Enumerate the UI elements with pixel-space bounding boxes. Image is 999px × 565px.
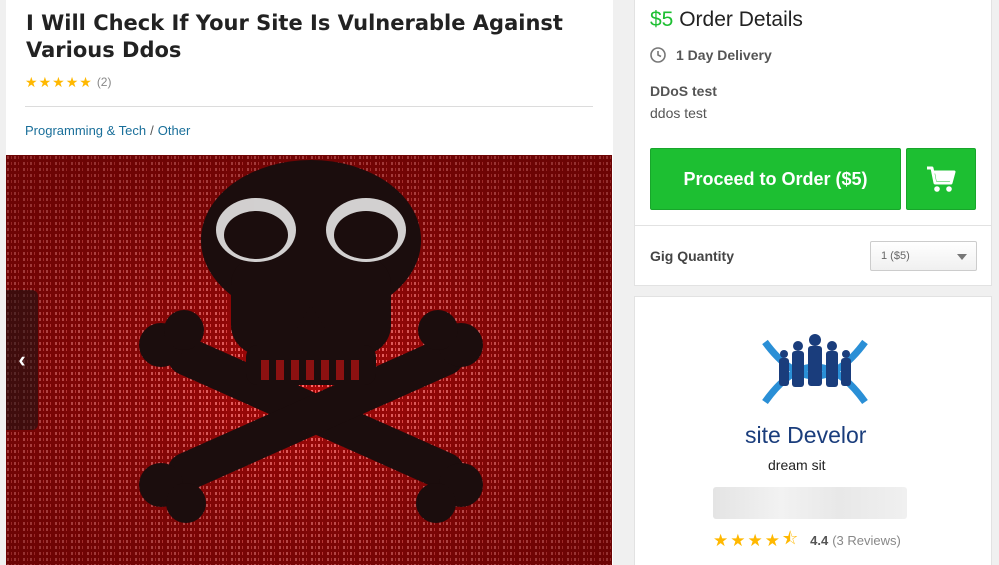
chevron-left-icon: ‹	[18, 347, 26, 372]
delivery-time: 1 Day Delivery	[650, 47, 772, 63]
breadcrumb-separator: /	[150, 123, 154, 138]
order-title-text: Order Details	[679, 8, 803, 31]
gig-quantity-value: 1 ($5)	[881, 250, 910, 262]
package-name: DDoS test	[650, 83, 717, 99]
chevron-down-icon	[957, 254, 967, 260]
delivery-text: 1 Day Delivery	[676, 47, 772, 63]
proceed-to-order-button[interactable]: Proceed to Order ($5)	[650, 148, 901, 210]
divider	[25, 106, 593, 107]
seller-card: site Develor dream sit ★ ★ ★ ★ ⯪ 4.4 (3 …	[634, 296, 992, 565]
star-icon: ★	[65, 74, 79, 90]
breadcrumb: Programming & Tech / Other	[25, 123, 190, 138]
star-icon: ★	[79, 74, 92, 90]
seller-rating-score: 4.4	[810, 533, 829, 548]
star-icon: ★	[747, 530, 763, 550]
breadcrumb-category-link[interactable]: Programming & Tech	[25, 123, 146, 138]
seller-logo[interactable]	[760, 330, 870, 415]
skull-crossbones-binary-icon	[6, 155, 612, 565]
gig-image	[6, 155, 612, 565]
seller-reviews-count[interactable]: (3 Reviews)	[832, 533, 901, 548]
order-details-panel: $5 Order Details 1 Day Delivery DDoS tes…	[634, 0, 992, 286]
cart-icon	[927, 166, 956, 192]
clock-icon	[650, 47, 666, 63]
half-star-icon: ⯪	[782, 529, 799, 548]
star-icon: ★	[38, 74, 52, 90]
star-icon: ★	[764, 530, 780, 550]
seller-rating: ★ ★ ★ ★ ⯪ 4.4 (3 Reviews)	[713, 526, 901, 555]
seller-logo-text: site Develor	[745, 422, 867, 448]
gig-quantity-label: Gig Quantity	[650, 248, 734, 264]
add-to-cart-button[interactable]	[906, 148, 976, 210]
rating-count[interactable]: (2)	[97, 75, 112, 89]
order-title: $5 Order Details	[650, 8, 803, 32]
gig-stars: ★ ★ ★ ★ ★	[25, 74, 93, 90]
gig-title: I Will Check If Your Site Is Vulnerable …	[26, 11, 563, 62]
gig-quantity-select[interactable]: 1 ($5)	[870, 241, 977, 271]
package-description: ddos test	[650, 105, 707, 121]
gig-main: I Will Check If Your Site Is Vulnerable …	[6, 0, 613, 565]
star-icon: ★	[52, 74, 65, 90]
gig-rating: ★ ★ ★ ★ ★ (2)	[25, 74, 111, 90]
breadcrumb-subcategory-link[interactable]: Other	[158, 123, 191, 138]
star-icon: ★	[25, 74, 38, 90]
image-prev-button[interactable]: ‹	[6, 290, 38, 430]
seller-name-blurred[interactable]	[713, 487, 907, 519]
divider	[635, 225, 991, 226]
star-icon: ★	[730, 530, 746, 550]
seller-logo-tagline: dream sit	[768, 457, 826, 473]
order-price: $5	[650, 8, 674, 31]
star-icon: ★	[713, 530, 729, 550]
